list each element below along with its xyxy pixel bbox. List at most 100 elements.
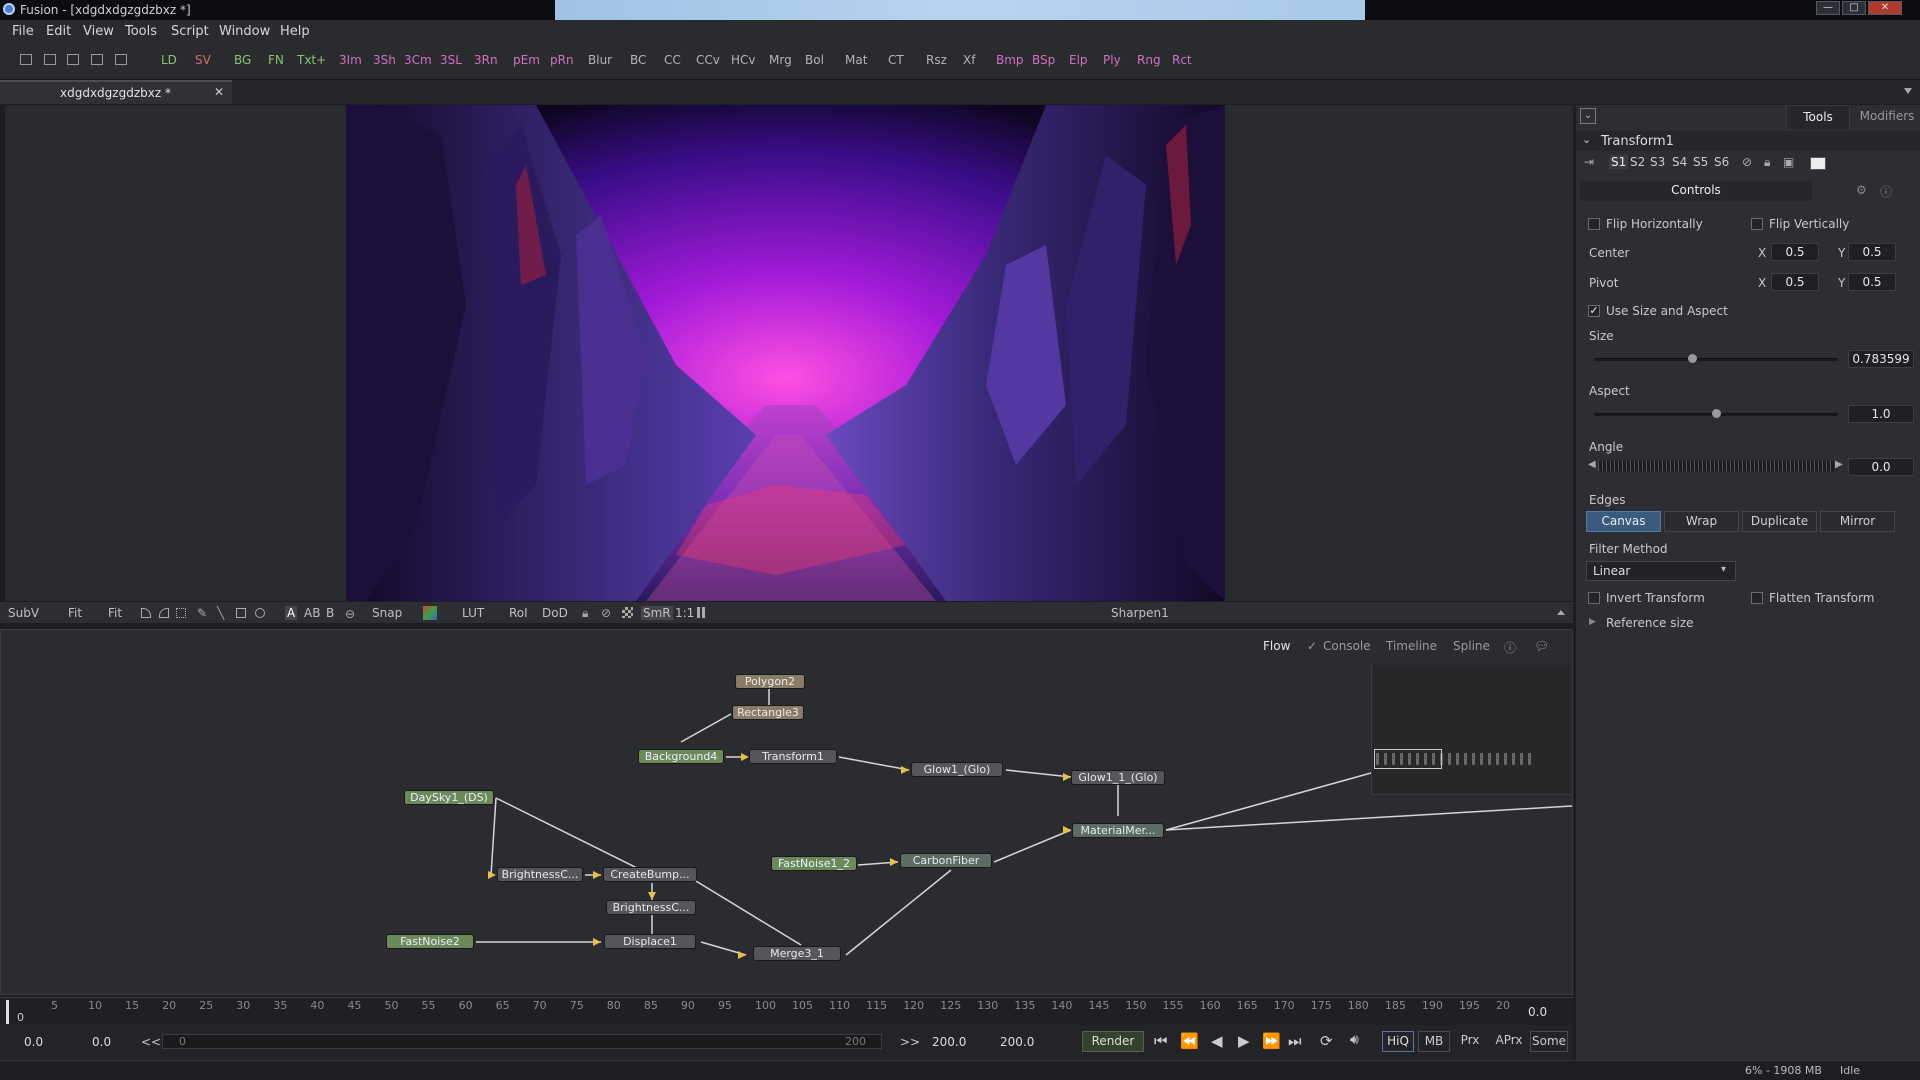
node-rectangle3[interactable]: Rectangle3: [732, 705, 804, 720]
help-icon[interactable]: ⓘ: [1880, 183, 1892, 200]
tool-bol[interactable]: Bol: [805, 53, 824, 67]
angle-thumbwheel[interactable]: [1598, 461, 1834, 471]
slot-s3[interactable]: S3: [1650, 155, 1665, 169]
node-materialmerge[interactable]: MaterialMer...: [1072, 823, 1164, 838]
tool-bmp[interactable]: Bmp: [996, 53, 1024, 67]
pivot-y-input[interactable]: 0.5: [1848, 273, 1896, 291]
node-daysky1[interactable]: DaySky1_(DS): [404, 790, 494, 805]
center-x-input[interactable]: 0.5: [1771, 243, 1819, 261]
node-glow1[interactable]: Glow1_(Glo): [911, 762, 1003, 777]
tool-ccv[interactable]: CCv: [696, 53, 720, 67]
layout-split-icon[interactable]: [44, 54, 56, 65]
tool-ct[interactable]: CT: [888, 53, 904, 67]
flatten-transform-checkbox[interactable]: [1751, 592, 1763, 604]
slot-s2[interactable]: S2: [1630, 155, 1645, 169]
node-glow1-1[interactable]: Glow1_1_(Glo): [1071, 770, 1165, 785]
ratio-button[interactable]: 1:1: [675, 606, 694, 620]
tool-ld[interactable]: LD: [161, 53, 177, 67]
current-frame[interactable]: 0.0: [1528, 1005, 1547, 1019]
center-y-input[interactable]: 0.5: [1848, 243, 1896, 261]
bspline-tool-icon[interactable]: [159, 608, 169, 618]
playhead-marker[interactable]: [6, 1000, 9, 1024]
tool-header[interactable]: ⌄ Transform1: [1576, 131, 1920, 151]
tool-bc[interactable]: BC: [630, 53, 646, 67]
rectangle-tool-icon[interactable]: [236, 608, 246, 618]
reference-size-expand-icon[interactable]: ▶: [1589, 617, 1596, 627]
no-symbol-icon[interactable]: ⊘: [601, 606, 611, 620]
tool-rng[interactable]: Rng: [1137, 53, 1161, 67]
play-icon[interactable]: ▶: [1238, 1032, 1250, 1050]
slot-s1[interactable]: S1: [1609, 155, 1629, 169]
lock-icon[interactable]: 🔒︎: [582, 606, 588, 621]
size-input[interactable]: 0.783599: [1848, 350, 1914, 368]
roi-dropdown[interactable]: RoI: [509, 606, 528, 620]
play-reverse-icon[interactable]: ◀: [1211, 1032, 1223, 1050]
color-swatch-icon[interactable]: [1810, 157, 1826, 170]
lut-dropdown[interactable]: LUT: [462, 606, 484, 620]
loop-icon[interactable]: ⟳: [1320, 1032, 1333, 1050]
panel-collapse-icon[interactable]: ⌄: [1580, 108, 1596, 124]
maximize-button[interactable]: □: [1842, 1, 1866, 15]
tool-xf[interactable]: Xf: [963, 53, 975, 67]
audio-icon[interactable]: 🔊︎: [1350, 1032, 1359, 1048]
tool-bsp[interactable]: BSp: [1032, 53, 1055, 67]
node-displace1[interactable]: Displace1: [604, 934, 696, 949]
tool-3im[interactable]: 3Im: [339, 53, 362, 67]
pin-icon[interactable]: ⇥: [1584, 155, 1594, 169]
render-start-field[interactable]: 0.0: [92, 1035, 111, 1049]
node-transform1[interactable]: Transform1: [749, 749, 837, 764]
render-end-field[interactable]: 200.0: [932, 1035, 966, 1049]
lock-tool-icon[interactable]: 🔒︎: [1764, 155, 1770, 170]
view-a-button[interactable]: A: [285, 606, 298, 620]
minimize-button[interactable]: —: [1816, 1, 1840, 15]
node-polygon2[interactable]: Polygon2: [735, 674, 805, 689]
step-forward-icon[interactable]: ⏩: [1262, 1032, 1281, 1050]
tab-menu-arrow-icon[interactable]: [1904, 88, 1912, 94]
size-slider-knob[interactable]: [1688, 354, 1697, 363]
prx-button[interactable]: Prx: [1454, 1031, 1486, 1052]
viewer-collapse-arrow-icon[interactable]: [1557, 610, 1565, 615]
document-tab[interactable]: xdgdxdgzgdzbxz * ✕: [0, 80, 232, 104]
flow-view[interactable]: Flow ✓ Console Timeline Spline ⓘ 💬︎ Poly…: [0, 629, 1573, 995]
subview-dropdown[interactable]: SubV: [8, 606, 39, 620]
layout-quad-icon[interactable]: [91, 54, 103, 65]
fit-dropdown[interactable]: Fit: [108, 606, 122, 620]
reference-size-label[interactable]: Reference size: [1606, 616, 1694, 630]
controls-tab[interactable]: Controls: [1580, 181, 1812, 201]
grid-icon[interactable]: [176, 608, 186, 618]
node-carbonfiber[interactable]: CarbonFiber: [900, 853, 992, 868]
node-brightness-contrast-2[interactable]: BrightnessC...: [606, 900, 696, 915]
slot-s6[interactable]: S6: [1714, 155, 1729, 169]
mb-button[interactable]: MB: [1418, 1031, 1450, 1052]
save-icon[interactable]: ▣: [1783, 155, 1794, 169]
tab-tools[interactable]: Tools: [1786, 105, 1850, 129]
tool-rsz[interactable]: Rsz: [926, 53, 947, 67]
channel-color-icon[interactable]: [423, 606, 437, 620]
slot-s5[interactable]: S5: [1693, 155, 1708, 169]
step-back-icon[interactable]: ⏪: [1180, 1032, 1199, 1050]
tab-modifiers[interactable]: Modifiers: [1854, 105, 1920, 129]
angle-right-arrow-icon[interactable]: ▶: [1835, 459, 1843, 470]
angle-input[interactable]: 0.0: [1848, 458, 1914, 476]
pivot-x-input[interactable]: 0.5: [1771, 273, 1819, 291]
aprx-button[interactable]: APrx: [1490, 1031, 1528, 1052]
layout-single-icon[interactable]: [20, 54, 32, 65]
tool-elp[interactable]: Elp: [1069, 53, 1088, 67]
global-end-field[interactable]: 200.0: [1000, 1035, 1034, 1049]
node-brightness-contrast-1[interactable]: BrightnessC...: [497, 867, 583, 882]
histogram-icon[interactable]: [697, 607, 705, 618]
invert-transform-checkbox[interactable]: [1588, 592, 1600, 604]
aspect-input[interactable]: 1.0: [1848, 405, 1914, 423]
split-icon[interactable]: ⊖: [345, 607, 355, 621]
tool-3rn[interactable]: 3Rn: [474, 53, 498, 67]
node-fastnoise2[interactable]: FastNoise2: [386, 934, 474, 949]
tool-3sh[interactable]: 3Sh: [373, 53, 396, 67]
view-b-button[interactable]: B: [326, 606, 334, 620]
range-back-button[interactable]: <<: [141, 1035, 161, 1049]
edges-canvas-button[interactable]: Canvas: [1586, 511, 1661, 532]
edges-mirror-button[interactable]: Mirror: [1820, 511, 1895, 532]
render-button[interactable]: Render: [1082, 1031, 1144, 1052]
use-size-checkbox[interactable]: ✓: [1588, 305, 1600, 317]
tool-mrg[interactable]: Mrg: [769, 53, 792, 67]
edges-duplicate-button[interactable]: Duplicate: [1742, 511, 1817, 532]
